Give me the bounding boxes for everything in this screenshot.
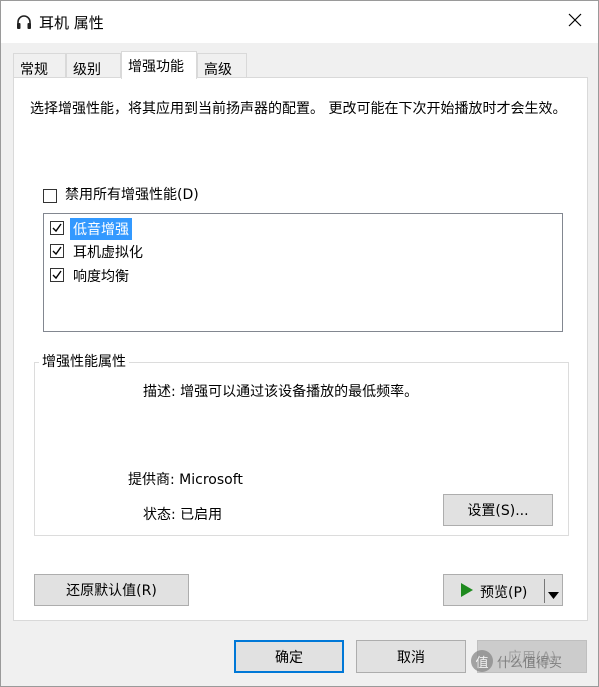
tab-advanced[interactable]: 高级 xyxy=(197,53,247,78)
watermark: 值 什么值得买 xyxy=(471,647,591,675)
property-status: 状态: 已启用 xyxy=(143,507,223,523)
checkbox-checked[interactable] xyxy=(50,244,64,258)
window-title: 耳机 属性 xyxy=(39,14,104,32)
tab-panel xyxy=(13,77,588,621)
watermark-logo-icon: 值 xyxy=(471,650,493,672)
property-provider: 提供商: Microsoft xyxy=(128,472,243,488)
properties-dialog: 耳机 属性 常规 级别 增强功能 高级 选择增强性能，将其应用到当前扬声器的配置… xyxy=(0,0,599,687)
chevron-down-icon[interactable] xyxy=(548,587,559,603)
headphones-icon xyxy=(15,13,33,31)
list-item-label: 响度均衡 xyxy=(73,269,129,285)
checkbox-checked[interactable] xyxy=(50,268,64,282)
list-item-label: 耳机虚拟化 xyxy=(73,245,143,261)
close-button[interactable] xyxy=(552,1,598,43)
cancel-button[interactable]: 取消 xyxy=(356,640,466,673)
checkbox-checked[interactable] xyxy=(50,221,64,235)
enhancements-list[interactable]: 低音增强 耳机虚拟化 响度均衡 xyxy=(43,213,563,332)
watermark-text: 什么值得买 xyxy=(497,655,563,671)
disable-all-label: 禁用所有增强性能(D) xyxy=(65,187,199,203)
title-bar[interactable]: 耳机 属性 xyxy=(1,1,598,43)
checkbox-box[interactable] xyxy=(43,189,57,203)
split-divider xyxy=(544,579,545,603)
properties-group-title: 增强性能属性 xyxy=(39,351,129,371)
close-icon xyxy=(568,13,582,31)
property-description: 描述: 增强可以通过该设备播放的最低频率。 xyxy=(143,384,419,400)
tab-enhancements[interactable]: 增强功能 xyxy=(121,51,197,79)
tab-general[interactable]: 常规 xyxy=(13,53,66,78)
preview-split-button[interactable]: 预览(P) xyxy=(443,574,563,606)
preview-label: 预览(P) xyxy=(480,585,528,601)
tab-levels[interactable]: 级别 xyxy=(66,53,121,78)
settings-button[interactable]: 设置(S)... xyxy=(443,494,553,526)
restore-defaults-button[interactable]: 还原默认值(R) xyxy=(34,574,189,606)
list-item-label: 低音增强 xyxy=(70,218,132,240)
enhancement-description: 选择增强性能，将其应用到当前扬声器的配置。 更改可能在下次开始播放时才会生效。 xyxy=(30,101,567,117)
play-icon xyxy=(460,583,474,601)
ok-button[interactable]: 确定 xyxy=(234,640,344,673)
